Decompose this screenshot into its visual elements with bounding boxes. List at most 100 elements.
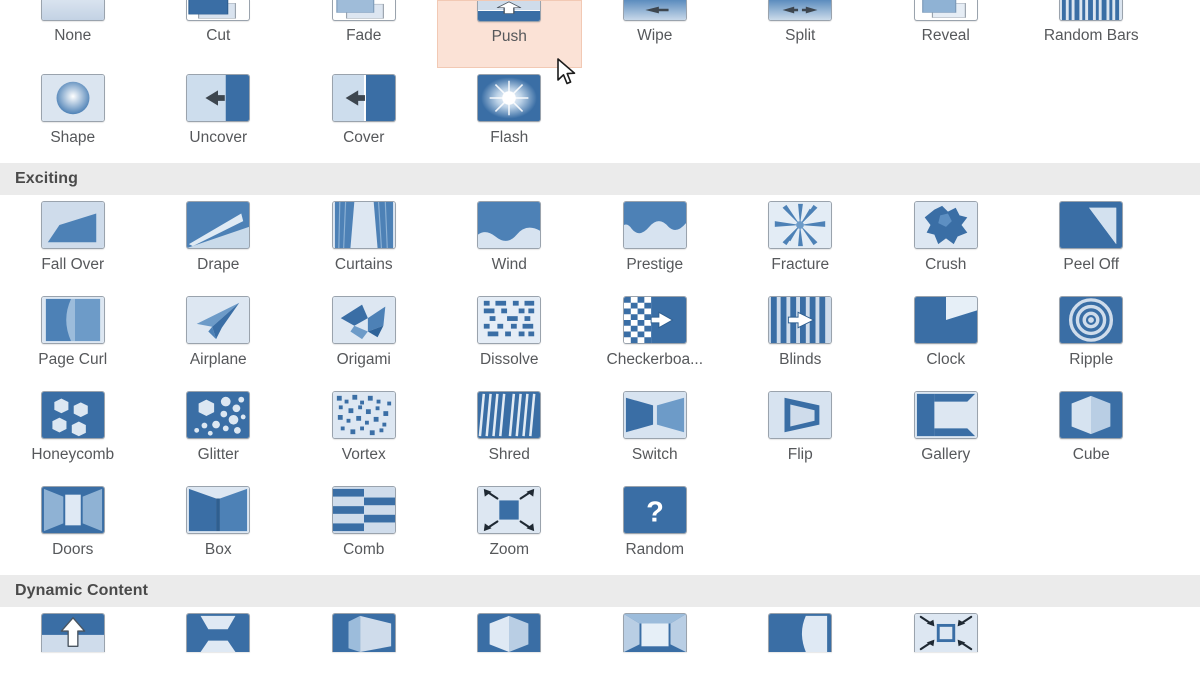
transition-item-comb[interactable]: Comb	[291, 480, 437, 575]
section-header-label: Exciting	[15, 170, 79, 187]
none-transition-icon	[40, 0, 105, 21]
transition-item-page-curl[interactable]: Page Curl	[0, 290, 146, 385]
transition-item-conveyor[interactable]	[291, 607, 437, 652]
transition-label: Prestige	[626, 256, 684, 273]
transition-item-pan[interactable]	[0, 607, 146, 652]
box-transition-icon	[186, 486, 251, 534]
transition-item-honeycomb[interactable]: Honeycomb	[0, 385, 146, 480]
transition-item-curtains[interactable]: Curtains	[291, 195, 437, 290]
wind-transition-icon	[477, 201, 542, 249]
transition-item-split[interactable]: Split	[728, 0, 874, 68]
shred-transition-icon	[477, 391, 542, 439]
zoom-transition-icon	[477, 486, 542, 534]
transition-row: Doors Box Comb Zoom ? Random	[0, 480, 1200, 575]
transition-item-fracture[interactable]: Fracture	[728, 195, 874, 290]
transition-item-random-bars[interactable]: Random Bars	[1019, 0, 1165, 68]
transition-label: Fracture	[771, 256, 830, 273]
flash-transition-icon	[477, 74, 542, 122]
fly-through-transition-icon	[913, 613, 978, 652]
transition-item-crush[interactable]: Crush	[873, 195, 1019, 290]
transition-item-ripple[interactable]: Ripple	[1019, 290, 1165, 385]
transition-label: Vortex	[341, 446, 386, 463]
transition-label: Shred	[488, 446, 530, 463]
transition-label: Wipe	[637, 27, 673, 44]
cut-transition-icon	[186, 0, 251, 21]
transition-label: Origami	[336, 351, 391, 368]
transition-item-push[interactable]: Push	[436, 0, 582, 68]
ferris-wheel-transition-icon	[186, 613, 251, 652]
transition-item-prestige[interactable]: Prestige	[582, 195, 728, 290]
transition-item-shape[interactable]: Shape	[0, 68, 146, 163]
transition-item-none[interactable]: None	[0, 0, 146, 68]
transition-item-doors[interactable]: Doors	[0, 480, 146, 575]
pan-transition-icon	[40, 613, 105, 652]
transition-item-cut[interactable]: Cut	[146, 0, 292, 68]
transition-item-shred[interactable]: Shred	[437, 385, 583, 480]
transition-item-uncover[interactable]: Uncover	[146, 68, 292, 163]
dissolve-transition-icon	[477, 296, 542, 344]
transition-item-wind[interactable]: Wind	[437, 195, 583, 290]
transition-item-flash[interactable]: Flash	[437, 68, 583, 163]
transition-item-rotate[interactable]	[437, 607, 583, 652]
cover-transition-icon	[331, 74, 396, 122]
ripple-transition-icon	[1059, 296, 1124, 344]
transition-item-gallery[interactable]: Gallery	[873, 385, 1019, 480]
wipe-transition-icon	[622, 0, 687, 21]
transition-label: Push	[491, 28, 527, 45]
transition-item-box[interactable]: Box	[146, 480, 292, 575]
transition-item-switch[interactable]: Switch	[582, 385, 728, 480]
transition-item-fly-through[interactable]	[873, 607, 1019, 652]
shape-transition-icon	[40, 74, 105, 122]
transition-row: Shape Uncover Cover Flash	[0, 68, 1200, 163]
page-curl-transition-icon	[40, 296, 105, 344]
transition-item-dissolve[interactable]: Dissolve	[437, 290, 583, 385]
transition-item-checkerboard[interactable]: Checkerboa...	[582, 290, 728, 385]
transition-item-drape[interactable]: Drape	[146, 195, 292, 290]
transition-item-window[interactable]	[582, 607, 728, 652]
transition-label: Random	[625, 541, 685, 558]
transition-label: Curtains	[334, 256, 393, 273]
transition-item-zoom[interactable]: Zoom	[437, 480, 583, 575]
transition-label: Box	[204, 541, 232, 558]
transition-item-clock[interactable]: Clock	[873, 290, 1019, 385]
transition-item-blinds[interactable]: Blinds	[728, 290, 874, 385]
transition-item-glitter[interactable]: Glitter	[146, 385, 292, 480]
transition-label: Airplane	[189, 351, 247, 368]
transition-row: Page Curl Airplane Origami Dissolve Chec…	[0, 290, 1200, 385]
push-transition-icon	[477, 1, 542, 22]
transition-label: Shape	[50, 129, 96, 146]
transition-item-ferris-wheel[interactable]	[146, 607, 292, 652]
comb-transition-icon	[331, 486, 396, 534]
switch-transition-icon	[622, 391, 687, 439]
transition-label: None	[54, 27, 92, 44]
fall-over-transition-icon	[40, 201, 105, 249]
transition-label: Uncover	[189, 129, 248, 146]
transition-label: Clock	[926, 351, 966, 368]
conveyor-transition-icon	[331, 613, 396, 652]
transition-label: Flash	[490, 129, 529, 146]
transition-item-orbit[interactable]	[728, 607, 874, 652]
crush-transition-icon	[913, 201, 978, 249]
transition-item-vortex[interactable]: Vortex	[291, 385, 437, 480]
blinds-transition-icon	[768, 296, 833, 344]
transition-item-fade[interactable]: Fade	[291, 0, 437, 68]
transition-item-peel-off[interactable]: Peel Off	[1019, 195, 1165, 290]
section-header-exciting: Exciting	[0, 163, 1200, 195]
transition-item-flip[interactable]: Flip	[728, 385, 874, 480]
transition-item-fall-over[interactable]: Fall Over	[0, 195, 146, 290]
transition-row: None Cut Fade Push Wipe Split Reveal Ran…	[0, 0, 1200, 68]
doors-transition-icon	[40, 486, 105, 534]
uncover-transition-icon	[186, 74, 251, 122]
window-transition-icon	[622, 613, 687, 652]
reveal-transition-icon	[913, 0, 978, 21]
transition-item-random[interactable]: ? Random	[582, 480, 728, 575]
transition-label: Switch	[631, 446, 678, 463]
transition-item-wipe[interactable]: Wipe	[582, 0, 728, 68]
vortex-transition-icon	[331, 391, 396, 439]
transition-item-cover[interactable]: Cover	[291, 68, 437, 163]
transition-item-cube[interactable]: Cube	[1019, 385, 1165, 480]
transition-item-airplane[interactable]: Airplane	[146, 290, 292, 385]
transition-item-origami[interactable]: Origami	[291, 290, 437, 385]
transition-label: Glitter	[197, 446, 239, 463]
transition-item-reveal[interactable]: Reveal	[873, 0, 1019, 68]
